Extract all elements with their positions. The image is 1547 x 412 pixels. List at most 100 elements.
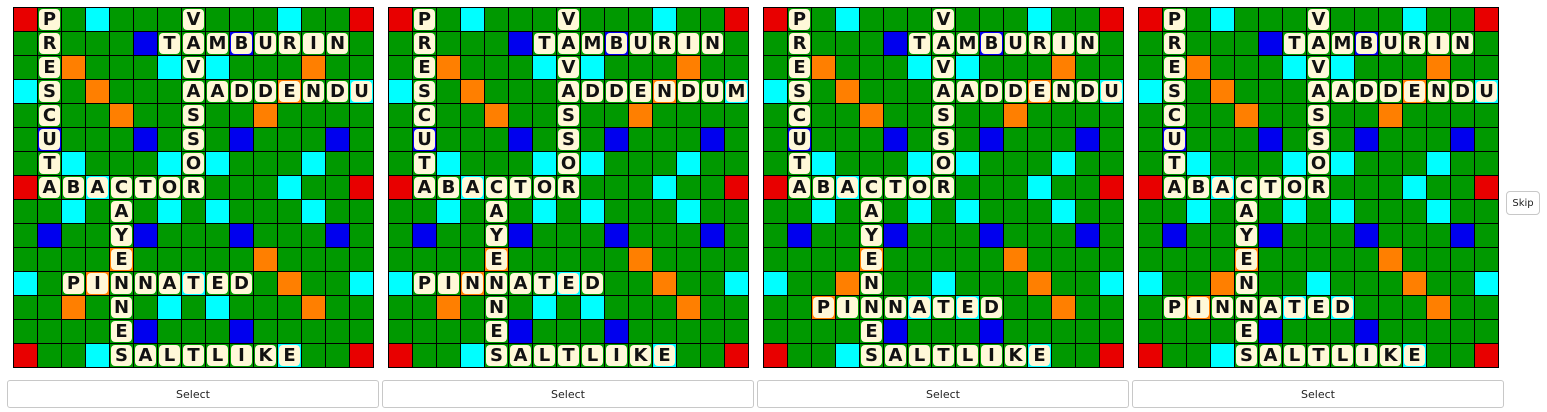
board-cell bbox=[701, 272, 725, 296]
board-cell bbox=[206, 200, 230, 224]
board-cell bbox=[764, 176, 788, 200]
board-cell bbox=[62, 128, 86, 152]
board-cell bbox=[1100, 200, 1124, 224]
skip-button[interactable]: Skip bbox=[1506, 191, 1540, 215]
board-cell bbox=[581, 152, 605, 176]
board-cell bbox=[1379, 248, 1403, 272]
board-cell: A bbox=[836, 176, 860, 200]
board-cell bbox=[1139, 344, 1163, 368]
letter-tile: O bbox=[534, 177, 555, 198]
letter-tile: K bbox=[1380, 345, 1401, 366]
board-cell bbox=[461, 8, 485, 32]
letter-tile: C bbox=[789, 105, 810, 126]
board-cell bbox=[1028, 200, 1052, 224]
board-cell bbox=[350, 272, 374, 296]
letter-tile: L bbox=[1284, 345, 1305, 366]
board-cell bbox=[1331, 272, 1355, 296]
letter-tile: D bbox=[678, 81, 699, 102]
board-cell bbox=[980, 272, 1004, 296]
letter-tile: C bbox=[486, 177, 507, 198]
letter-tile: N bbox=[486, 297, 507, 318]
board-cell bbox=[14, 128, 38, 152]
board-cell: D bbox=[230, 272, 254, 296]
letter-tile: A bbox=[933, 81, 954, 102]
board-cell bbox=[764, 320, 788, 344]
board-cell bbox=[1451, 104, 1475, 128]
letter-tile: S bbox=[933, 105, 954, 126]
letter-tile: E bbox=[1029, 345, 1050, 366]
board-cell bbox=[1139, 56, 1163, 80]
board-cell bbox=[1451, 176, 1475, 200]
letter-tile: P bbox=[1164, 9, 1185, 30]
board-cell: L bbox=[581, 344, 605, 368]
board-cell bbox=[1052, 272, 1076, 296]
board-cell bbox=[182, 224, 206, 248]
board-cell bbox=[509, 8, 533, 32]
letter-tile: M bbox=[207, 33, 228, 54]
board-cell: U bbox=[1163, 128, 1187, 152]
board-cell: A bbox=[206, 80, 230, 104]
board-cell: E bbox=[278, 344, 302, 368]
board-cell bbox=[605, 104, 629, 128]
board-cell bbox=[1052, 128, 1076, 152]
board-cell: V bbox=[182, 8, 206, 32]
board-cell: T bbox=[1283, 296, 1307, 320]
board-cell bbox=[836, 104, 860, 128]
board-cell bbox=[701, 152, 725, 176]
board-cell bbox=[1100, 344, 1124, 368]
select-button-option-1[interactable]: Select bbox=[7, 380, 379, 408]
board-cell: Y bbox=[860, 224, 884, 248]
board-cell bbox=[110, 152, 134, 176]
board-cell bbox=[677, 344, 701, 368]
board-cell bbox=[134, 248, 158, 272]
board-cell bbox=[1451, 248, 1475, 272]
select-button-option-3[interactable]: Select bbox=[757, 380, 1129, 408]
board-cell bbox=[701, 296, 725, 320]
board-cell bbox=[1076, 8, 1100, 32]
board-cell bbox=[1355, 320, 1379, 344]
board-cell bbox=[1475, 152, 1499, 176]
board-cell bbox=[764, 104, 788, 128]
board-cell: D bbox=[980, 296, 1004, 320]
letter-tile: E bbox=[1164, 57, 1185, 78]
letter-tile: Y bbox=[111, 225, 132, 246]
select-button-option-2[interactable]: Select bbox=[382, 380, 754, 408]
board-cell bbox=[1076, 320, 1100, 344]
board-cell bbox=[461, 152, 485, 176]
letter-tile: A bbox=[87, 177, 108, 198]
board-cell bbox=[764, 272, 788, 296]
board-cell bbox=[326, 104, 350, 128]
board-cell bbox=[1163, 224, 1187, 248]
board-cell bbox=[1379, 152, 1403, 176]
board-cell bbox=[1355, 176, 1379, 200]
board-cell bbox=[533, 56, 557, 80]
board-cell bbox=[908, 128, 932, 152]
board-cell bbox=[206, 128, 230, 152]
board-cell: B bbox=[812, 176, 836, 200]
board-cell bbox=[1403, 128, 1427, 152]
board-cell bbox=[350, 56, 374, 80]
board-cell bbox=[581, 224, 605, 248]
letter-tile: B bbox=[438, 177, 459, 198]
board-cell bbox=[1475, 320, 1499, 344]
board-cell: P bbox=[812, 296, 836, 320]
board-cell bbox=[701, 248, 725, 272]
board-cell bbox=[1100, 176, 1124, 200]
board-cell: C bbox=[413, 104, 437, 128]
board-cell bbox=[62, 200, 86, 224]
board-cell bbox=[350, 8, 374, 32]
board-cell bbox=[1004, 56, 1028, 80]
board-cell bbox=[86, 296, 110, 320]
board-cell bbox=[581, 200, 605, 224]
board-cell: S bbox=[557, 104, 581, 128]
letter-tile: K bbox=[255, 345, 276, 366]
board-cell: I bbox=[677, 32, 701, 56]
board-cell bbox=[389, 176, 413, 200]
board-cell bbox=[1427, 104, 1451, 128]
board-cell bbox=[1163, 320, 1187, 344]
board-cell: B bbox=[1355, 32, 1379, 56]
letter-tile: D bbox=[981, 81, 1002, 102]
select-button-option-4[interactable]: Select bbox=[1132, 380, 1504, 408]
letter-tile: V bbox=[558, 9, 579, 30]
board-cell: A bbox=[557, 80, 581, 104]
